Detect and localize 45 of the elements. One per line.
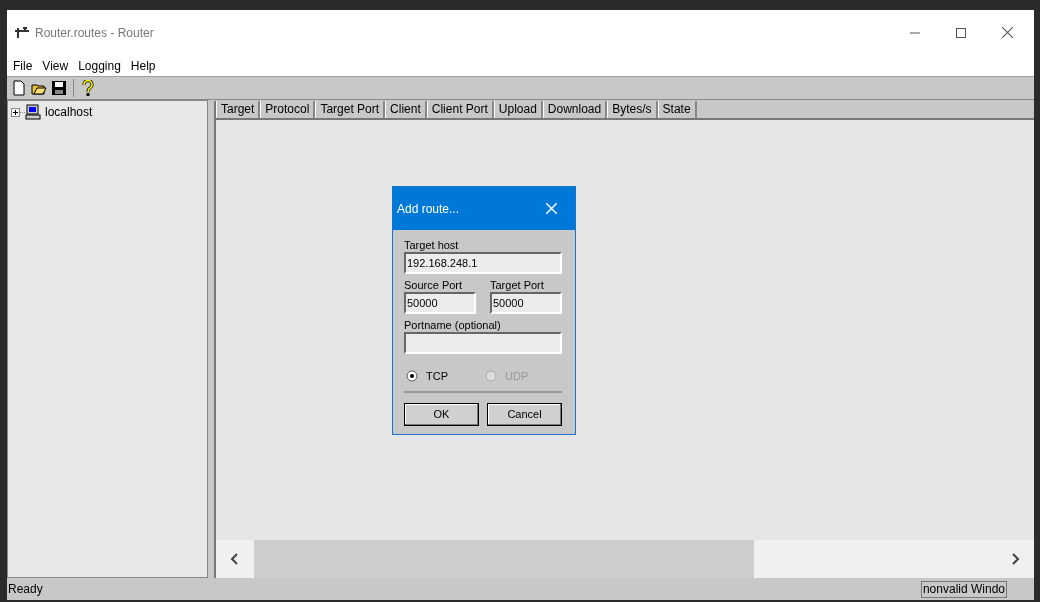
menu-item[interactable]: File <box>8 56 38 75</box>
menu-item[interactable]: View <box>37 56 74 75</box>
dialog-title: Add route... <box>397 200 460 218</box>
column-header[interactable]: State <box>657 101 697 118</box>
status-panel: nonvalid Windo <box>920 580 1007 598</box>
field-label: Target Port <box>490 278 545 292</box>
column-header[interactable]: Download <box>542 101 608 118</box>
scroll-right-icon[interactable] <box>1010 553 1020 565</box>
field-label: Portname (optional) <box>404 318 502 332</box>
save-icon[interactable] <box>51 80 67 96</box>
help-icon[interactable] <box>80 80 96 96</box>
input-field[interactable] <box>404 332 562 354</box>
window-title: Router.routes - Router <box>35 24 154 42</box>
expander-icon[interactable] <box>11 107 20 117</box>
column-header[interactable]: Protocol <box>260 101 316 118</box>
new-file-icon[interactable] <box>11 80 27 96</box>
column-header[interactable]: Bytes/s <box>607 101 658 118</box>
input-field[interactable]: 50000 <box>404 292 476 314</box>
scrollbar-thumb[interactable] <box>254 540 754 578</box>
dialog-button[interactable]: Cancel <box>487 402 562 426</box>
tree-item[interactable]: localhost <box>45 103 93 121</box>
close-button[interactable] <box>543 200 559 217</box>
close-icon <box>545 203 557 214</box>
app-icon <box>14 25 30 40</box>
column-header[interactable]: Client <box>385 101 427 118</box>
field-label: Source Port <box>404 278 464 292</box>
column-header[interactable]: Target Port <box>315 101 386 118</box>
scroll-left-icon[interactable] <box>230 553 240 565</box>
dialog-button[interactable]: OK <box>404 402 479 426</box>
input-field[interactable]: 192.168.248.1 <box>404 252 562 274</box>
computer-icon <box>25 104 41 120</box>
status-message: Ready <box>8 581 43 598</box>
column-header[interactable]: Target <box>216 101 261 118</box>
input-field[interactable]: 50000 <box>490 292 562 314</box>
menu-item[interactable]: Help <box>125 56 161 75</box>
radio-icon <box>406 370 418 383</box>
menu-item[interactable]: Logging <box>73 56 126 75</box>
column-header[interactable]: Client Port <box>426 101 494 118</box>
close-icon <box>1001 27 1013 38</box>
field-label: Target host <box>404 238 460 252</box>
radio-icon <box>485 370 497 383</box>
horizontal-scrollbar[interactable] <box>216 540 1034 578</box>
radio-button[interactable]: TCP <box>404 368 483 385</box>
maximize-icon <box>956 27 966 38</box>
column-header[interactable]: Upload <box>493 101 543 118</box>
